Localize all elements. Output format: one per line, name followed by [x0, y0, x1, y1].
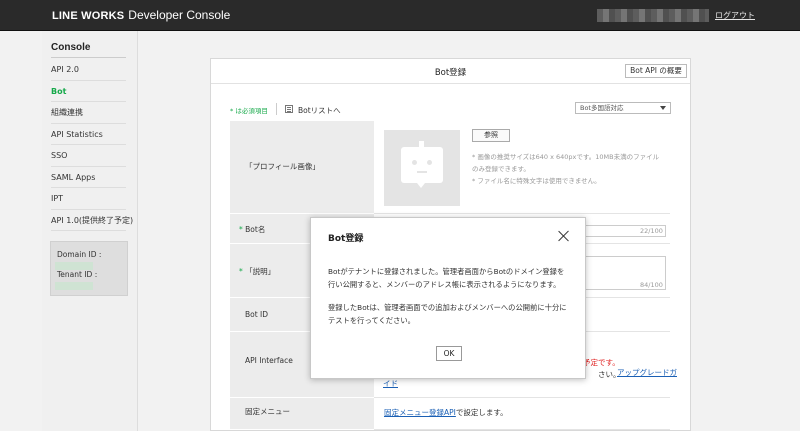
language-select[interactable]: Bot多国語対応 [575, 102, 671, 114]
sidebar-item-bot[interactable]: Bot [51, 81, 126, 102]
chevron-down-icon [660, 106, 666, 110]
image-hint-1: * 画像の推奨サイズは640 x 640pxです。10MB未満のファイル [472, 153, 660, 161]
tenant-id-redacted [55, 282, 93, 290]
toolbar-divider [276, 103, 277, 115]
logout-link[interactable]: ログアウト [715, 10, 755, 21]
bot-name-label-text: Bot名 [245, 225, 266, 234]
description-label-text: 「説明」 [245, 267, 276, 276]
sidebar-item-ipt[interactable]: IPT [51, 188, 126, 210]
list-icon[interactable] [285, 105, 293, 113]
sidebar-title: Console [51, 42, 91, 53]
dialog-message-line-2: 行い公開すると、メンバーのアドレス帳に表示されるようになります。 [328, 280, 561, 289]
robot-mouth [417, 171, 427, 173]
sidebar-item-saml-apps[interactable]: SAML Apps [51, 167, 126, 188]
api-interface-label: API Interface [245, 356, 293, 365]
top-header: LINE WORKS Developer Console ログアウト [0, 0, 800, 31]
required-note: * は必須項目 [230, 107, 268, 115]
sidebar-item-api-2-0[interactable]: API 2.0 [51, 59, 126, 81]
fixed-menu-label: 固定メニュー [245, 407, 290, 416]
fixed-menu-text: 固定メニュー登録APIで設定します。 [384, 407, 508, 418]
bot-api-overview-button[interactable]: Bot API の概要 [625, 64, 687, 78]
bot-name-char-count: 22/100 [640, 227, 663, 235]
bot-avatar-icon [401, 147, 443, 183]
fixed-menu-suffix: で設定します。 [455, 408, 508, 417]
robot-eye-left [412, 160, 417, 165]
dialog-title: Bot登録 [328, 234, 364, 244]
image-hint-3: * ファイル名に特殊文字は使用できません。 [472, 177, 601, 185]
ok-button[interactable]: OK [436, 346, 462, 361]
sidebar-item-org-sync[interactable]: 組織連携 [51, 102, 126, 124]
domain-id-redacted [55, 262, 93, 270]
description-label: * 「説明」 [239, 266, 275, 277]
bot-registered-dialog: Bot登録 Botがテナントに登録されました。管理者画面からBotのドメイン登録… [310, 217, 586, 379]
dialog-message-line-4: テストを行ってください。 [328, 316, 415, 325]
dialog-message-line-1: Botがテナントに登録されました。管理者画面からBotのドメイン登録を [328, 267, 565, 276]
panel-header: Bot登録 Bot API の概要 [211, 59, 690, 84]
robot-eye-right [427, 160, 432, 165]
sidebar-item-api-1-0[interactable]: API 1.0(提供終了予定) [51, 210, 133, 231]
brand-logo-text: LINE WORKS [52, 10, 125, 22]
bot-id-label: Bot ID [245, 310, 269, 319]
dialog-message-line-3: 登録したBotは、管理者画面での追加およびメンバーへの公開前に十分に [328, 303, 567, 312]
sidebar: Console API 2.0 Bot 組織連携 API Statistics … [42, 31, 138, 431]
profile-label-cell: 「プロフィール画像」 [230, 121, 374, 214]
brand-title: Developer Console [128, 8, 231, 22]
close-icon[interactable] [558, 230, 570, 242]
fixed-menu-api-link[interactable]: 固定メニュー登録API [384, 408, 456, 417]
sidebar-item-sso[interactable]: SSO [51, 145, 126, 167]
profile-image-label: 「プロフィール画像」 [245, 162, 320, 171]
sidebar-item-api-statistics[interactable]: API Statistics [51, 124, 126, 145]
upgrade-guide-link-continued[interactable]: イド [383, 378, 398, 389]
language-select-value: Bot多国語対応 [580, 104, 624, 112]
sidebar-divider [51, 57, 126, 58]
bot-list-link[interactable]: Botリストへ [298, 105, 341, 116]
tenant-id-label: Tenant ID : [57, 270, 98, 279]
user-name-redacted [597, 9, 709, 22]
brand-logo[interactable]: LINE WORKS Developer Console [52, 8, 230, 22]
robot-bubble-tail [417, 183, 425, 188]
browse-button[interactable]: 参照 [472, 129, 510, 142]
description-char-count: 84/100 [640, 281, 663, 289]
bot-name-label: * Bot名 [239, 224, 265, 235]
upgrade-guide-link[interactable]: アップグレードガ [617, 367, 677, 378]
domain-id-label: Domain ID : [57, 250, 102, 259]
image-hint-2: のみ登録できます。 [472, 165, 530, 173]
page-title: Bot登録 [434, 68, 467, 78]
fixed-menu-label-cell: 固定メニュー [230, 398, 374, 430]
tenant-info-box: Domain ID : Tenant ID : [50, 241, 128, 296]
sidebar-menu: API 2.0 Bot 組織連携 API Statistics SSO SAML… [51, 59, 133, 231]
